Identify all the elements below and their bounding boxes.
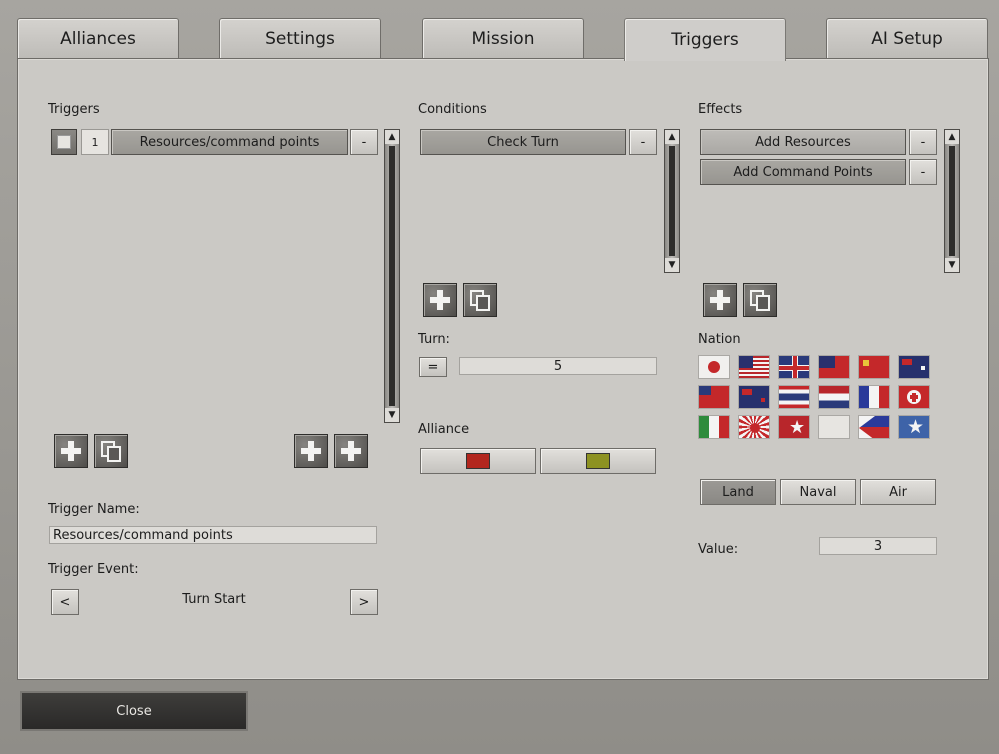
turn-label: Turn: bbox=[418, 332, 450, 347]
plus-icon bbox=[301, 441, 321, 461]
trigger-enable-checkbox[interactable] bbox=[51, 129, 77, 155]
flag-star-blue[interactable]: ★ bbox=[898, 415, 930, 439]
tab-settings[interactable]: Settings bbox=[219, 18, 381, 59]
copy-trigger-button[interactable] bbox=[94, 434, 128, 468]
value-input[interactable]: 3 bbox=[819, 537, 937, 555]
conditions-label: Conditions bbox=[418, 102, 487, 117]
trigger-name-input[interactable]: Resources/command points bbox=[49, 526, 377, 544]
plus-icon bbox=[710, 290, 730, 310]
effect-item-add-resources[interactable]: Add Resources bbox=[700, 129, 906, 155]
plus-icon bbox=[430, 290, 450, 310]
add-subtrigger-button[interactable] bbox=[334, 434, 368, 468]
trigger-event-label: Trigger Event: bbox=[48, 562, 139, 577]
copy-condition-button[interactable] bbox=[463, 283, 497, 317]
add-effect-button[interactable] bbox=[703, 283, 737, 317]
copy-icon bbox=[750, 290, 770, 311]
scroll-down-icon[interactable]: ▼ bbox=[665, 258, 679, 272]
turn-value-input[interactable]: 5 bbox=[459, 357, 657, 375]
alliance-2-button[interactable] bbox=[540, 448, 656, 474]
remove-effect-button[interactable]: - bbox=[909, 159, 937, 185]
scroll-up-icon[interactable]: ▲ bbox=[665, 130, 679, 144]
remove-trigger-button[interactable]: - bbox=[350, 129, 378, 155]
flag-new-zealand[interactable] bbox=[738, 385, 770, 409]
trigger-event-next-button[interactable]: > bbox=[350, 589, 378, 615]
triggers-panel: Triggers 1 Resources/command points - ▲ … bbox=[17, 58, 989, 680]
tab-mission[interactable]: Mission bbox=[422, 18, 584, 59]
close-button[interactable]: Close bbox=[20, 691, 248, 731]
flag-china[interactable] bbox=[818, 355, 850, 379]
alliance-label: Alliance bbox=[418, 422, 470, 437]
plus-icon bbox=[61, 441, 81, 461]
turn-operator-button[interactable]: = bbox=[419, 357, 447, 377]
effects-label: Effects bbox=[698, 102, 743, 117]
flag-free-state[interactable] bbox=[898, 385, 930, 409]
value-label: Value: bbox=[698, 542, 739, 557]
flag-thailand[interactable] bbox=[778, 385, 810, 409]
copy-effect-button[interactable] bbox=[743, 283, 777, 317]
remove-effect-button[interactable]: - bbox=[909, 129, 937, 155]
tab-triggers[interactable]: Triggers bbox=[624, 18, 786, 61]
add-condition-button[interactable] bbox=[423, 283, 457, 317]
add-trigger-button[interactable] bbox=[54, 434, 88, 468]
condition-item-check-turn[interactable]: Check Turn bbox=[420, 129, 626, 155]
alliance-color-swatch bbox=[466, 453, 490, 469]
trigger-item-selected[interactable]: Resources/command points bbox=[111, 129, 348, 155]
flag-france[interactable] bbox=[858, 385, 890, 409]
flag-netherlands[interactable] bbox=[818, 385, 850, 409]
flag-canada[interactable] bbox=[698, 385, 730, 409]
alliance-1-button[interactable] bbox=[420, 448, 536, 474]
copy-icon bbox=[470, 290, 490, 311]
conditions-scrollbar[interactable]: ▲ ▼ bbox=[664, 129, 680, 273]
naval-button[interactable]: Naval bbox=[780, 479, 856, 505]
tab-alliances[interactable]: Alliances bbox=[17, 18, 179, 59]
scroll-up-icon[interactable]: ▲ bbox=[945, 130, 959, 144]
scroll-down-icon[interactable]: ▼ bbox=[385, 408, 399, 422]
triggers-scrollbar[interactable]: ▲ ▼ bbox=[384, 129, 400, 423]
flag-japan[interactable] bbox=[698, 355, 730, 379]
alliance-color-swatch bbox=[586, 453, 610, 469]
flag-star-red[interactable]: ★ bbox=[778, 415, 810, 439]
trigger-event-value: Turn Start bbox=[182, 592, 246, 607]
flag-white[interactable] bbox=[818, 415, 850, 439]
copy-icon bbox=[101, 441, 121, 462]
flag-italy[interactable] bbox=[698, 415, 730, 439]
flag-australia[interactable] bbox=[898, 355, 930, 379]
flag-ussr[interactable] bbox=[858, 355, 890, 379]
effects-scrollbar[interactable]: ▲ ▼ bbox=[944, 129, 960, 273]
trigger-number: 1 bbox=[81, 129, 109, 155]
flag-uk[interactable] bbox=[778, 355, 810, 379]
flag-imperial-japan[interactable] bbox=[738, 415, 770, 439]
scroll-down-icon[interactable]: ▼ bbox=[945, 258, 959, 272]
flag-usa[interactable] bbox=[738, 355, 770, 379]
scroll-up-icon[interactable]: ▲ bbox=[385, 130, 399, 144]
triggers-label: Triggers bbox=[48, 102, 100, 117]
flag-philippines[interactable] bbox=[858, 415, 890, 439]
land-button[interactable]: Land bbox=[700, 479, 776, 505]
trigger-event-prev-button[interactable]: < bbox=[51, 589, 79, 615]
trigger-name-label: Trigger Name: bbox=[48, 502, 140, 517]
tab-ai-setup[interactable]: AI Setup bbox=[826, 18, 988, 59]
plus-icon bbox=[341, 441, 361, 461]
add-group-button[interactable] bbox=[294, 434, 328, 468]
air-button[interactable]: Air bbox=[860, 479, 936, 505]
remove-condition-button[interactable]: - bbox=[629, 129, 657, 155]
effect-item-add-command-points[interactable]: Add Command Points bbox=[700, 159, 906, 185]
nation-label: Nation bbox=[698, 332, 741, 347]
